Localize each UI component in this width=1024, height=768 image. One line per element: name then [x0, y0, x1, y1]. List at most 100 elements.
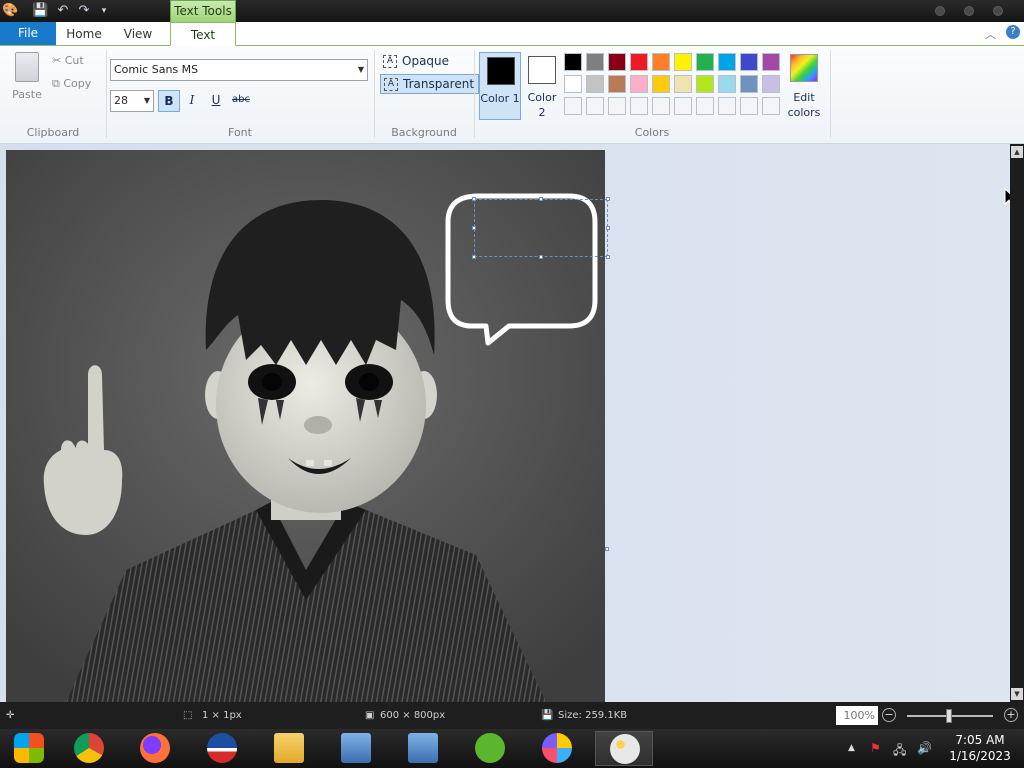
text-box-selection[interactable]	[474, 199, 608, 257]
custom-color-slot[interactable]	[674, 97, 692, 115]
palette-swatch[interactable]	[740, 53, 758, 71]
taskbar-app[interactable]	[193, 731, 251, 766]
palette-swatch[interactable]	[696, 53, 714, 71]
underline-button[interactable]: U	[205, 90, 227, 112]
italic-button[interactable]: I	[181, 90, 203, 112]
volume-icon[interactable]: 🔊	[917, 741, 932, 755]
custom-color-slot[interactable]	[586, 97, 604, 115]
taskbar: ▲ ⚑ 🖧 🔊 7:05 AM 1/16/2023	[0, 729, 1024, 768]
zoom-out-button[interactable]: −	[882, 708, 896, 722]
custom-color-slot[interactable]	[652, 97, 670, 115]
resize-handle[interactable]	[606, 255, 610, 259]
resize-handle[interactable]	[606, 226, 610, 230]
zoom-slider-thumb[interactable]	[946, 709, 952, 723]
palette-swatch[interactable]	[586, 75, 604, 93]
paste-label: Paste	[12, 88, 42, 101]
custom-color-slot[interactable]	[762, 97, 780, 115]
help-icon[interactable]: ?	[1006, 25, 1020, 39]
palette-swatch[interactable]	[608, 75, 626, 93]
palette-swatch[interactable]	[762, 53, 780, 71]
action-center-icon[interactable]: ⚑	[870, 741, 881, 755]
undo-icon[interactable]: ↶	[55, 3, 71, 19]
vpn-icon	[542, 733, 572, 763]
taskbar-file-explorer[interactable]	[260, 731, 318, 766]
taskbar-network-app[interactable]	[327, 731, 385, 766]
edit-colors-button[interactable]: Edit colors	[785, 52, 823, 122]
maximize-button[interactable]	[964, 6, 974, 16]
canvas-resize-handle[interactable]	[605, 547, 609, 551]
close-button[interactable]	[993, 6, 1003, 16]
zoom-in-button[interactable]: +	[1004, 708, 1018, 722]
palette-swatch[interactable]	[674, 53, 692, 71]
custom-color-slot[interactable]	[564, 97, 582, 115]
palette-swatch[interactable]	[564, 53, 582, 71]
palette-swatch[interactable]	[696, 75, 714, 93]
palette-swatch[interactable]	[586, 53, 604, 71]
start-button[interactable]	[0, 731, 58, 766]
color-palette	[564, 53, 784, 117]
clock[interactable]: 7:05 AM 1/16/2023	[944, 732, 1016, 764]
tab-file[interactable]: File	[0, 22, 56, 45]
resize-handle[interactable]	[539, 197, 543, 201]
palette-swatch[interactable]	[652, 53, 670, 71]
taskbar-firefox[interactable]	[126, 731, 184, 766]
network-icon[interactable]: 🖧	[893, 741, 906, 762]
palette-swatch[interactable]	[718, 75, 736, 93]
scroll-down-arrow[interactable]: ▼	[1011, 688, 1023, 700]
custom-color-slot[interactable]	[696, 97, 714, 115]
palette-swatch[interactable]	[762, 75, 780, 93]
resize-handle[interactable]	[472, 226, 476, 230]
bold-button[interactable]: B	[158, 90, 180, 112]
custom-color-slot[interactable]	[718, 97, 736, 115]
palette-swatch[interactable]	[564, 75, 582, 93]
disk-icon: 💾	[541, 710, 554, 721]
taskbar-chrome[interactable]	[60, 731, 118, 766]
scroll-up-arrow[interactable]: ▲	[1011, 146, 1023, 158]
taskbar-paint[interactable]	[595, 731, 653, 766]
custom-color-slot[interactable]	[740, 97, 758, 115]
custom-color-slot[interactable]	[608, 97, 626, 115]
opaque-icon: A	[383, 55, 397, 68]
resize-handle[interactable]	[472, 197, 476, 201]
copy-button[interactable]: ⧉ Copy	[52, 77, 91, 91]
minimize-button[interactable]	[935, 6, 945, 16]
clock-date: 1/16/2023	[949, 749, 1011, 763]
palette-swatch[interactable]	[740, 75, 758, 93]
resize-handle[interactable]	[472, 255, 476, 259]
tab-text[interactable]: Text	[170, 22, 236, 46]
tab-home[interactable]: Home	[60, 22, 108, 46]
firefox-icon	[140, 733, 170, 763]
palette-swatch[interactable]	[718, 53, 736, 71]
resize-handle[interactable]	[606, 197, 610, 201]
resize-handle[interactable]	[539, 255, 543, 259]
color2-button[interactable]: Color 2	[523, 52, 561, 120]
windows-logo-icon	[14, 733, 44, 763]
transparent-option[interactable]: A Transparent	[380, 74, 480, 94]
show-hidden-icons[interactable]: ▲	[848, 743, 855, 753]
customize-toolbar-icon[interactable]: ▾	[96, 3, 112, 19]
color1-button[interactable]: Color 1	[479, 52, 521, 120]
palette-swatch[interactable]	[652, 75, 670, 93]
font-size-select[interactable]: 28 ▼	[110, 90, 154, 112]
taskbar-network-app-2[interactable]	[394, 731, 452, 766]
opaque-option[interactable]: A Opaque	[380, 52, 453, 72]
palette-swatch[interactable]	[674, 75, 692, 93]
redo-icon[interactable]: ↷	[76, 3, 92, 19]
palette-swatch[interactable]	[608, 53, 626, 71]
taskbar-vpn[interactable]	[528, 731, 586, 766]
copy-icon: ⧉	[52, 77, 60, 90]
ribbon: Paste ✂ Cut ⧉ Copy Clipboard Comic Sans …	[0, 46, 1024, 144]
paint-app-icon[interactable]: 🎨	[2, 3, 18, 19]
custom-color-slot[interactable]	[630, 97, 648, 115]
taskbar-utorrent[interactable]	[461, 731, 519, 766]
paste-button[interactable]: Paste	[10, 52, 44, 112]
strikethrough-button[interactable]: abc	[229, 90, 253, 112]
palette-swatch[interactable]	[630, 75, 648, 93]
minimize-ribbon-icon[interactable]: ︿	[985, 26, 996, 42]
cut-button[interactable]: ✂ Cut	[52, 54, 84, 67]
tab-view[interactable]: View	[114, 22, 162, 46]
save-icon[interactable]: 💾	[32, 3, 48, 19]
vertical-scrollbar[interactable]: ▲ ▼	[1010, 144, 1024, 702]
palette-swatch[interactable]	[630, 53, 648, 71]
font-family-select[interactable]: Comic Sans MS ▼	[110, 59, 368, 81]
